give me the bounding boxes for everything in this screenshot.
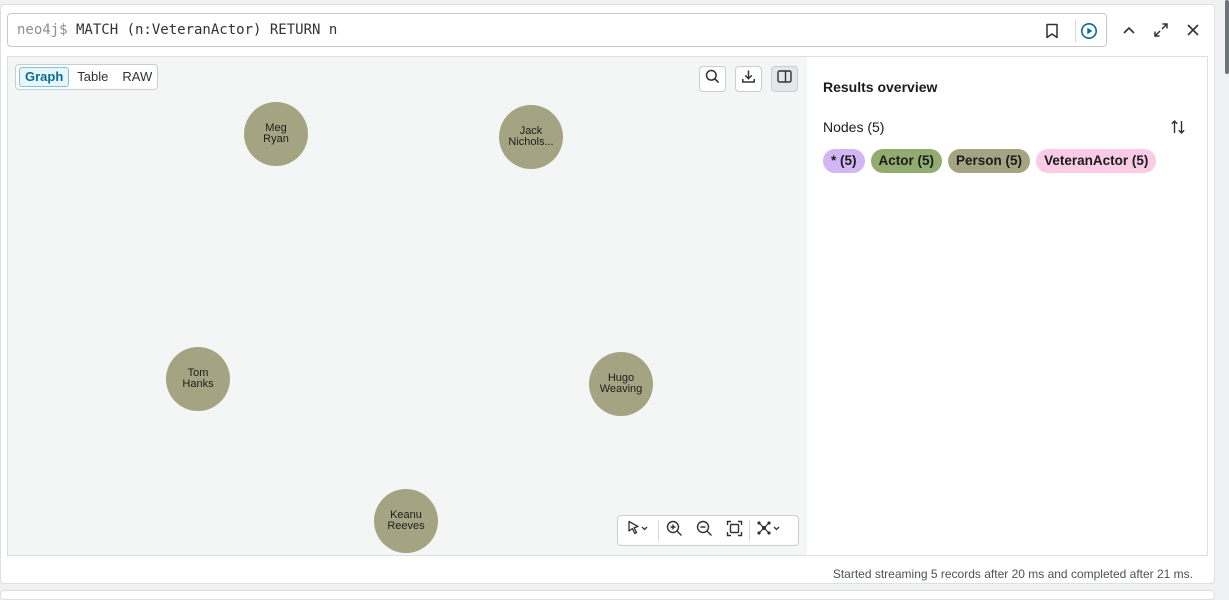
node-label: Weaving: [599, 383, 643, 395]
fullscreen-icon[interactable]: [1150, 19, 1172, 41]
zoom-out-icon: [696, 520, 713, 542]
query-text[interactable]: MATCH (n:VeteranActor) RETURN n: [76, 22, 337, 38]
next-frame: [0, 590, 1215, 600]
view-tabs: Graph Table RAW: [15, 64, 158, 90]
tab-graph[interactable]: Graph: [19, 67, 70, 87]
collapse-icon[interactable]: [1118, 19, 1140, 41]
panel-toggle-button[interactable]: [771, 66, 798, 92]
graph-node[interactable]: Meg Ryan: [244, 102, 308, 166]
node-label: Reeves: [387, 520, 425, 532]
results-overview-panel: Results overview Nodes (5) * (5) Actor (…: [808, 57, 1207, 555]
editor-prompt: neo4j$: [17, 22, 68, 38]
layout-button[interactable]: [750, 516, 788, 545]
bookmark-icon[interactable]: [1041, 20, 1063, 42]
layout-icon: [756, 520, 782, 541]
node-label: Hanks: [182, 378, 214, 390]
search-button[interactable]: [699, 66, 726, 92]
nodes-count-label: Nodes (5): [823, 119, 885, 135]
close-icon[interactable]: [1182, 19, 1204, 41]
search-icon: [705, 69, 720, 89]
page-scrollbar[interactable]: [1225, 0, 1229, 74]
status-text: Started streaming 5 records after 20 ms …: [832, 567, 1193, 581]
results-overview-title: Results overview: [823, 79, 938, 95]
graph-node[interactable]: Keanu Reeves: [374, 489, 438, 553]
query-editor[interactable]: neo4j$ MATCH (n:VeteranActor) RETURN n: [7, 13, 1107, 47]
zoom-out-button[interactable]: [689, 516, 719, 545]
graph-canvas[interactable]: Graph Table RAW Meg Ryan Jack Nichols...…: [8, 57, 807, 555]
chip-all[interactable]: * (5): [823, 149, 865, 173]
editor-divider: [1075, 20, 1076, 42]
result-frame: neo4j$ MATCH (n:VeteranActor) RETURN n G…: [0, 4, 1215, 584]
download-button[interactable]: [735, 66, 762, 92]
zoom-in-button[interactable]: [659, 516, 689, 545]
graph-node[interactable]: Jack Nichols...: [499, 105, 563, 169]
canvas-toolbar: [617, 515, 799, 546]
chip-actor[interactable]: Actor (5): [870, 149, 943, 173]
graph-node[interactable]: Hugo Weaving: [589, 352, 653, 416]
result-panel: Graph Table RAW Meg Ryan Jack Nichols...…: [7, 56, 1208, 556]
label-chips: * (5) Actor (5) Person (5) VeteranActor …: [823, 149, 1157, 173]
tab-table[interactable]: Table: [71, 67, 114, 87]
chip-veteran-actor[interactable]: VeteranActor (5): [1036, 149, 1157, 173]
zoom-in-icon: [666, 520, 683, 542]
pointer-mode-button[interactable]: [618, 516, 658, 545]
download-icon: [741, 69, 756, 89]
tab-raw[interactable]: RAW: [116, 67, 158, 87]
node-label: Nichols...: [508, 136, 554, 148]
chip-person[interactable]: Person (5): [948, 149, 1031, 173]
panel-toggle-icon: [777, 70, 792, 88]
sort-icon[interactable]: [1168, 117, 1188, 137]
run-icon[interactable]: [1078, 20, 1100, 42]
fit-icon: [726, 520, 743, 542]
graph-node[interactable]: Tom Hanks: [166, 347, 230, 411]
node-label: Ryan: [263, 133, 289, 145]
pointer-icon: [626, 520, 650, 541]
fit-view-button[interactable]: [719, 516, 749, 545]
